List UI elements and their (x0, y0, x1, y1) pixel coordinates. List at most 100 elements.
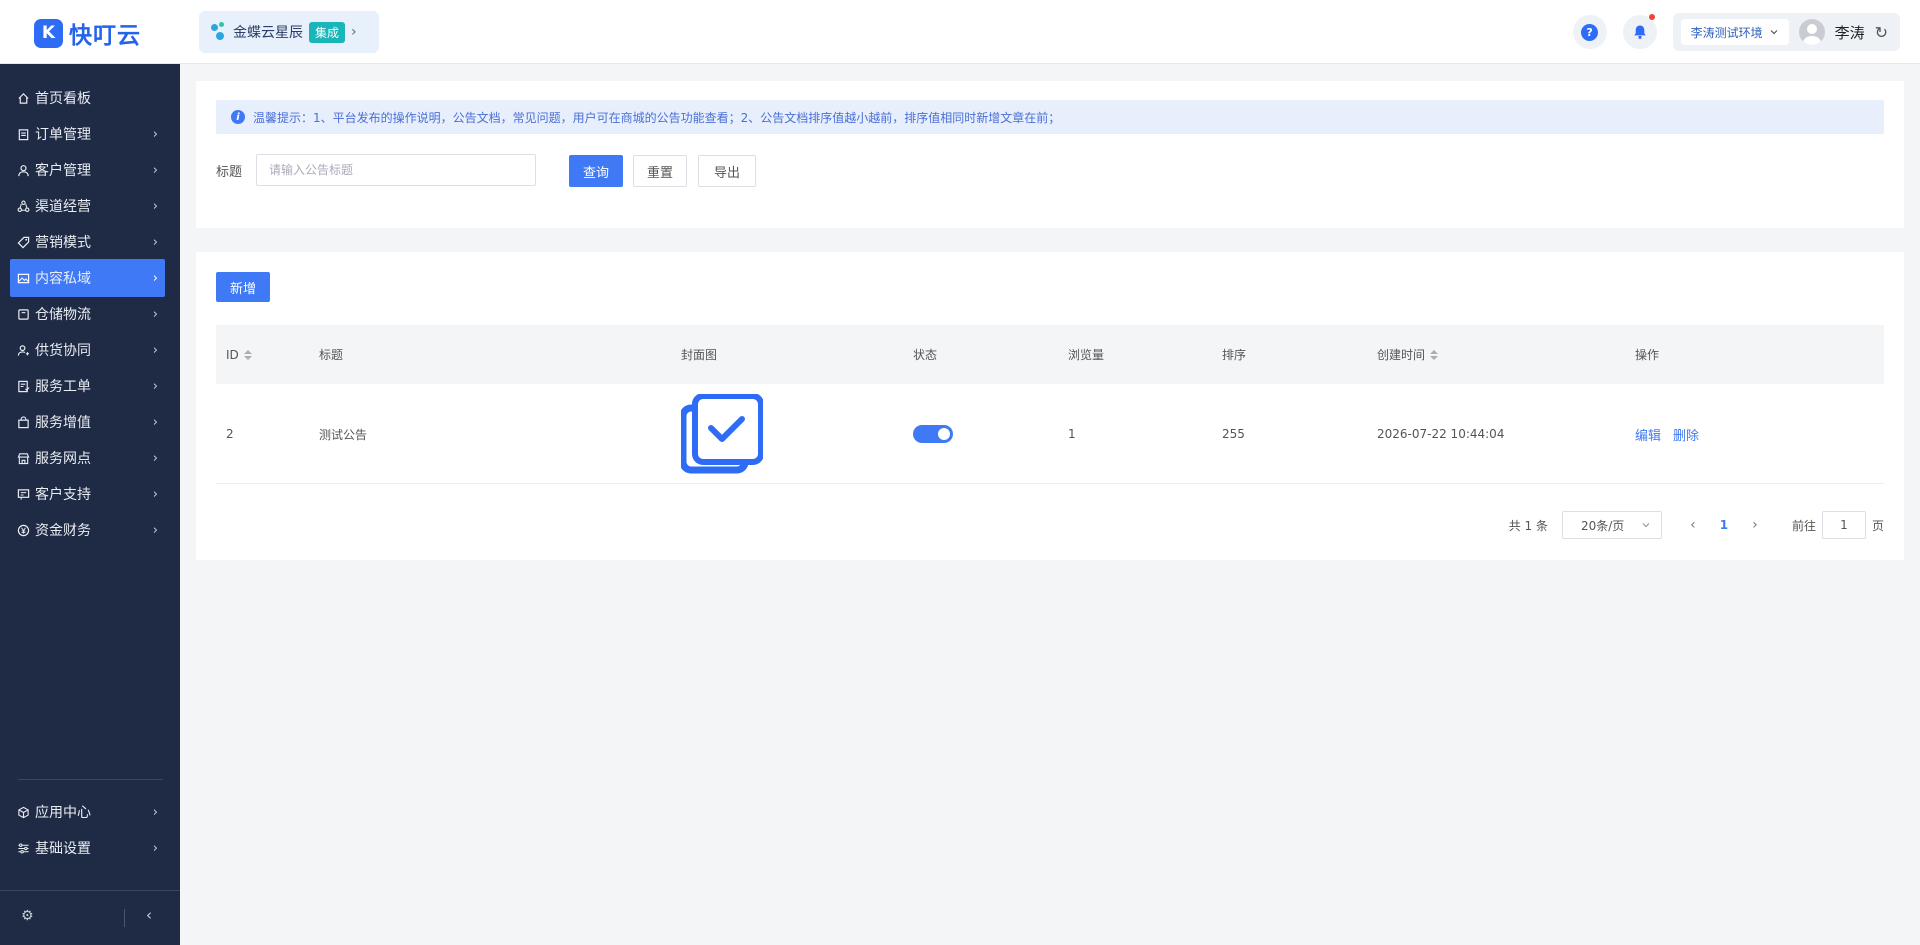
sidebar-item-finance[interactable]: 资金财务 › (10, 511, 165, 549)
reset-button[interactable]: 重置 (633, 155, 687, 187)
sidebar-item-service-points[interactable]: 服务网点 › (10, 439, 165, 477)
user-icon (17, 164, 30, 177)
tag-icon (17, 236, 30, 249)
next-page-icon[interactable]: › (1744, 517, 1766, 533)
sort-icon[interactable] (1430, 349, 1439, 360)
sidebar-item-label: 服务网点 (35, 451, 91, 467)
notification-dot (1648, 14, 1655, 20)
goto-page-input[interactable] (1821, 511, 1866, 539)
sidebar-item-work-orders[interactable]: 服务工单 › (10, 367, 165, 405)
chevron-right-icon: › (152, 414, 158, 430)
kingdee-logo-icon (211, 22, 227, 42)
notice-banner: i 温馨提示：1、平台发布的操作说明，公告文档，常见问题，用户可在商城的公告功能… (216, 100, 1884, 134)
title-search-input[interactable] (256, 154, 536, 186)
sidebar-item-dashboard[interactable]: 首页看板 (10, 79, 165, 117)
chevron-right-icon: › (152, 126, 158, 142)
sidebar-item-label: 资金财务 (35, 523, 91, 539)
integration-tag: 集成 (309, 21, 346, 43)
sidebar-item-label: 应用中心 (35, 805, 91, 821)
export-button[interactable]: 导出 (698, 155, 756, 187)
page-number[interactable]: 1 (1704, 518, 1744, 532)
environment-label: 李涛测试环境 (1690, 25, 1763, 40)
channel-icon (17, 200, 30, 213)
help-button[interactable]: ? (1572, 15, 1607, 49)
chevron-right-icon: › (152, 270, 158, 286)
column-label: 状态 (913, 348, 938, 362)
bell-icon (1633, 25, 1646, 39)
notification-button[interactable] (1622, 14, 1657, 49)
integration-switcher[interactable]: 金蝶云星辰 集成 › (199, 11, 379, 53)
clipboard-icon (17, 128, 30, 141)
sidebar-item-label: 客户管理 (35, 163, 91, 179)
sidebar-item-label: 订单管理 (35, 127, 91, 143)
column-header-status: 状态 (913, 325, 937, 384)
sidebar-item-marketing[interactable]: 营销模式 › (10, 223, 165, 261)
cell-status (913, 384, 953, 484)
edit-link[interactable]: 编辑 (1635, 425, 1661, 444)
box-icon (17, 308, 30, 321)
integration-name: 金蝶云星辰 (233, 25, 303, 41)
chevron-right-icon: › (152, 306, 158, 322)
sidebar-item-app-center[interactable]: 应用中心 › (10, 793, 165, 831)
refresh-icon[interactable]: ↻ (1875, 23, 1888, 42)
logo-mark-icon: K (34, 18, 63, 48)
cell-views: 1 (1068, 427, 1076, 441)
chevron-right-icon: › (152, 486, 158, 502)
sidebar-item-label: 客户支持 (35, 487, 91, 503)
username: 李涛 (1834, 23, 1865, 42)
table-header: ID 标题 封面图 状态 浏览量 排序 创建时间 操作 (216, 325, 1884, 384)
chevron-right-icon: › (152, 450, 158, 466)
sidebar-item-label: 服务增值 (35, 415, 91, 431)
header-actions: ? 李涛测试环境 李涛 ↻ (1572, 13, 1900, 51)
avatar[interactable] (1798, 19, 1825, 45)
cube-icon (17, 806, 30, 819)
gear-icon[interactable]: ⚙ (21, 908, 34, 924)
status-toggle[interactable] (913, 425, 953, 443)
query-button[interactable]: 查询 (569, 155, 623, 187)
title-field-label: 标题 (216, 165, 243, 180)
top-bar: K 快叮云 金蝶云星辰 集成 › ? 李涛测试环境 李涛 ↻ (0, 0, 1920, 64)
cell-actions: 编辑 删除 (1635, 384, 1711, 484)
sidebar-item-supply[interactable]: 供货协同 › (10, 331, 165, 369)
total-count: 共 1 条 (1508, 518, 1548, 533)
prev-page-icon[interactable]: ‹ (1682, 517, 1704, 533)
page-size-label: 20条/页 (1580, 518, 1625, 533)
sidebar-item-customers[interactable]: 客户管理 › (10, 151, 165, 189)
chevron-right-icon: › (351, 24, 357, 40)
search-panel: i 温馨提示：1、平台发布的操作说明，公告文档，常见问题，用户可在商城的公告功能… (196, 81, 1904, 228)
sidebar-item-orders[interactable]: 订单管理 › (10, 115, 165, 153)
sidebar-item-warehouse[interactable]: 仓储物流 › (10, 295, 165, 333)
column-header-id[interactable]: ID (226, 325, 252, 384)
delete-link[interactable]: 删除 (1673, 425, 1699, 444)
chevron-right-icon: › (152, 234, 158, 250)
announcement-table-panel: 新增 ID 标题 封面图 状态 浏览量 排序 创建时间 操作 2 测试公告 1 (196, 252, 1904, 560)
store-icon (17, 452, 30, 465)
sidebar: 首页看板 订单管理 › 客户管理 › 渠道经营 › 营销模式 › 内容私域 › … (0, 64, 180, 945)
column-header-cover: 封面图 (681, 325, 717, 384)
cover-image[interactable] (681, 394, 763, 474)
goto-label: 前往 (1791, 518, 1816, 533)
sidebar-item-content[interactable]: 内容私域 › (10, 259, 165, 297)
chevron-right-icon: › (152, 162, 158, 178)
sidebar-item-channels[interactable]: 渠道经营 › (10, 187, 165, 225)
cell-title: 测试公告 (319, 427, 368, 442)
column-label: 操作 (1635, 348, 1660, 362)
sidebar-item-label: 仓储物流 (35, 307, 91, 323)
environment-select[interactable]: 李涛测试环境 (1680, 19, 1789, 45)
sidebar-item-settings[interactable]: 基础设置 › (10, 829, 165, 867)
page-suffix: 页 (1871, 518, 1884, 533)
sidebar-item-value-added[interactable]: 服务增值 › (10, 403, 165, 441)
sort-icon[interactable] (243, 349, 252, 360)
column-header-sort: 排序 (1222, 325, 1246, 384)
support-icon (17, 488, 30, 501)
cell-created-at: 2026-07-22 10:44:04 (1377, 427, 1505, 441)
image-icon (17, 272, 30, 285)
sidebar-footer: ⚙ ‹ (0, 890, 180, 945)
brand-logo[interactable]: K 快叮云 (34, 16, 141, 50)
sidebar-item-support[interactable]: 客户支持 › (10, 475, 165, 513)
add-button[interactable]: 新增 (216, 272, 270, 302)
collapse-sidebar-icon[interactable]: ‹ (146, 906, 152, 924)
column-header-created[interactable]: 创建时间 (1377, 325, 1439, 384)
page-size-select[interactable]: 20条/页 (1561, 511, 1662, 539)
notice-text: 温馨提示：1、平台发布的操作说明，公告文档，常见问题，用户可在商城的公告功能查看… (253, 110, 1061, 125)
